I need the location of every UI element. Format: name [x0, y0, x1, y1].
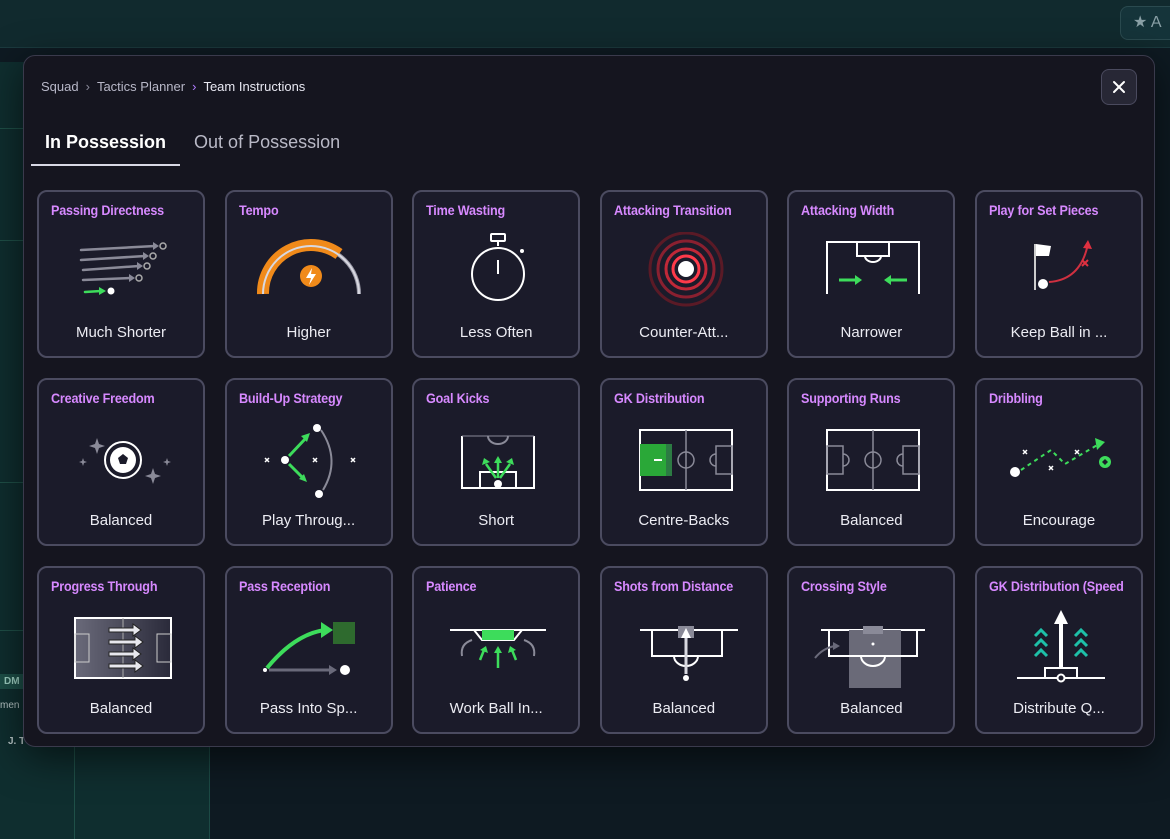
passing-directness-icon	[63, 232, 183, 312]
background-text: men	[0, 700, 20, 711]
card-title: Tempo	[238, 202, 279, 218]
breadcrumb-tactics-planner[interactable]: Tactics Planner	[97, 79, 185, 94]
card-value: Balanced	[652, 700, 716, 717]
card-tempo[interactable]: Tempo Higher	[224, 190, 393, 358]
card-time-wasting[interactable]: Time Wasting Less Often	[412, 190, 581, 358]
card-play-for-set-pieces[interactable]: Play for Set Pieces Keep Ball in ...	[974, 190, 1143, 358]
card-value: Encourage	[1022, 512, 1096, 529]
breadcrumb-squad[interactable]: Squad	[41, 79, 79, 94]
card-goal-kicks[interactable]: Goal Kicks Short	[412, 378, 581, 546]
card-value: Balanced	[840, 512, 903, 529]
card-value: Work Ball In...	[449, 700, 543, 717]
card-title: Creative Freedom	[51, 390, 155, 406]
instruction-grid: Passing Directness Much Shorter Tempo Hi…	[37, 190, 1143, 734]
patience-icon	[438, 608, 558, 688]
card-pass-reception[interactable]: Pass Reception Pass Into Sp...	[224, 566, 393, 734]
card-value: Keep Ball in ...	[1010, 324, 1108, 341]
card-title: Build-Up Strategy	[238, 390, 343, 406]
close-button[interactable]	[1101, 69, 1137, 105]
favourite-button[interactable]: ★ A	[1120, 6, 1170, 40]
card-gk-distribution-speed[interactable]: GK Distribution (Speed Distribute Q...	[974, 566, 1143, 734]
team-instructions-modal: Squad › Tactics Planner › Team Instructi…	[23, 55, 1155, 747]
gk-distribution-pitch-icon	[626, 420, 746, 500]
goal-kicks-icon	[438, 420, 558, 500]
pass-reception-icon	[251, 608, 371, 688]
card-value: Balanced	[89, 700, 153, 717]
card-crossing-style[interactable]: Crossing Style Balanced	[787, 566, 956, 734]
card-value: Higher	[286, 324, 331, 341]
supporting-runs-pitch-icon	[813, 420, 933, 500]
card-shots-from-distance[interactable]: Shots from Distance Balanced	[599, 566, 768, 734]
card-attacking-transition[interactable]: Attacking Transition Counter-Att...	[599, 190, 768, 358]
gk-distribution-speed-icon	[1001, 608, 1121, 688]
card-value: Balanced	[840, 700, 903, 717]
shots-from-distance-icon	[626, 608, 746, 688]
chevron-right-icon: ›	[192, 79, 197, 94]
card-title: Supporting Runs	[801, 390, 901, 406]
card-title: Shots from Distance	[613, 578, 733, 594]
card-title: Crossing Style	[801, 578, 888, 594]
counter-attack-target-icon	[626, 232, 746, 312]
card-title: Dribbling	[988, 390, 1043, 406]
card-progress-through[interactable]: Progress Through Balanced	[37, 566, 205, 734]
dribbling-icon	[1001, 420, 1121, 500]
card-value: Short	[478, 512, 515, 529]
card-value: Narrower	[840, 324, 903, 341]
build-up-strategy-icon	[251, 420, 371, 500]
background-top-bar: ★ A	[0, 0, 1170, 48]
card-title: Passing Directness	[51, 202, 165, 218]
tab-out-of-possession[interactable]: Out of Possession	[180, 126, 354, 166]
position-tag: DM	[0, 674, 24, 689]
card-title: Attacking Width	[801, 202, 895, 218]
card-value: Distribute Q...	[1013, 700, 1105, 717]
star-icon: ★	[1133, 14, 1148, 31]
chevron-right-icon: ›	[85, 79, 90, 94]
card-patience[interactable]: Patience Work Ball In...	[412, 566, 581, 734]
card-title: GK Distribution	[613, 390, 705, 406]
card-title: Pass Reception	[238, 578, 331, 594]
card-value: Pass Into Sp...	[259, 700, 358, 717]
card-creative-freedom[interactable]: Creative Freedom Balanced	[37, 378, 205, 546]
card-title: Play for Set Pieces	[988, 202, 1099, 218]
card-passing-directness[interactable]: Passing Directness Much Shorter	[37, 190, 205, 358]
breadcrumb: Squad › Tactics Planner › Team Instructi…	[41, 79, 305, 94]
crossing-style-icon	[813, 608, 933, 688]
creative-freedom-ball-icon	[63, 420, 183, 500]
card-title: Progress Through	[51, 578, 158, 594]
card-value: Less Often	[459, 324, 533, 341]
card-title: Time Wasting	[426, 202, 506, 218]
card-title: Attacking Transition	[613, 202, 732, 218]
card-gk-distribution[interactable]: GK Distribution Centre-Backs	[599, 378, 768, 546]
card-dribbling[interactable]: Dribbling Encourage	[974, 378, 1143, 546]
card-value: Counter-Att...	[639, 324, 729, 341]
close-icon	[1113, 81, 1125, 93]
breadcrumb-team-instructions: Team Instructions	[203, 79, 306, 94]
card-attacking-width[interactable]: Attacking Width Narrower	[787, 190, 956, 358]
tab-in-possession[interactable]: In Possession	[31, 126, 181, 166]
card-value: Much Shorter	[75, 324, 167, 341]
attacking-width-icon	[813, 232, 933, 312]
card-title: Goal Kicks	[426, 390, 490, 406]
progress-through-icon	[63, 608, 183, 688]
card-supporting-runs[interactable]: Supporting Runs Balanced	[787, 378, 956, 546]
card-value: Play Throug...	[262, 512, 356, 529]
card-title: Patience	[426, 578, 477, 594]
set-pieces-flag-icon	[1001, 232, 1121, 312]
favourite-label: A	[1150, 14, 1162, 31]
card-value: Balanced	[89, 512, 153, 529]
tempo-gauge-icon	[251, 232, 371, 312]
stopwatch-icon	[438, 232, 558, 312]
possession-tabs: In Possession Out of Possession	[31, 126, 354, 166]
card-title: GK Distribution (Speed	[988, 578, 1124, 594]
card-build-up-strategy[interactable]: Build-Up Strategy Play Throug...	[224, 378, 393, 546]
card-value: Centre-Backs	[638, 512, 730, 529]
